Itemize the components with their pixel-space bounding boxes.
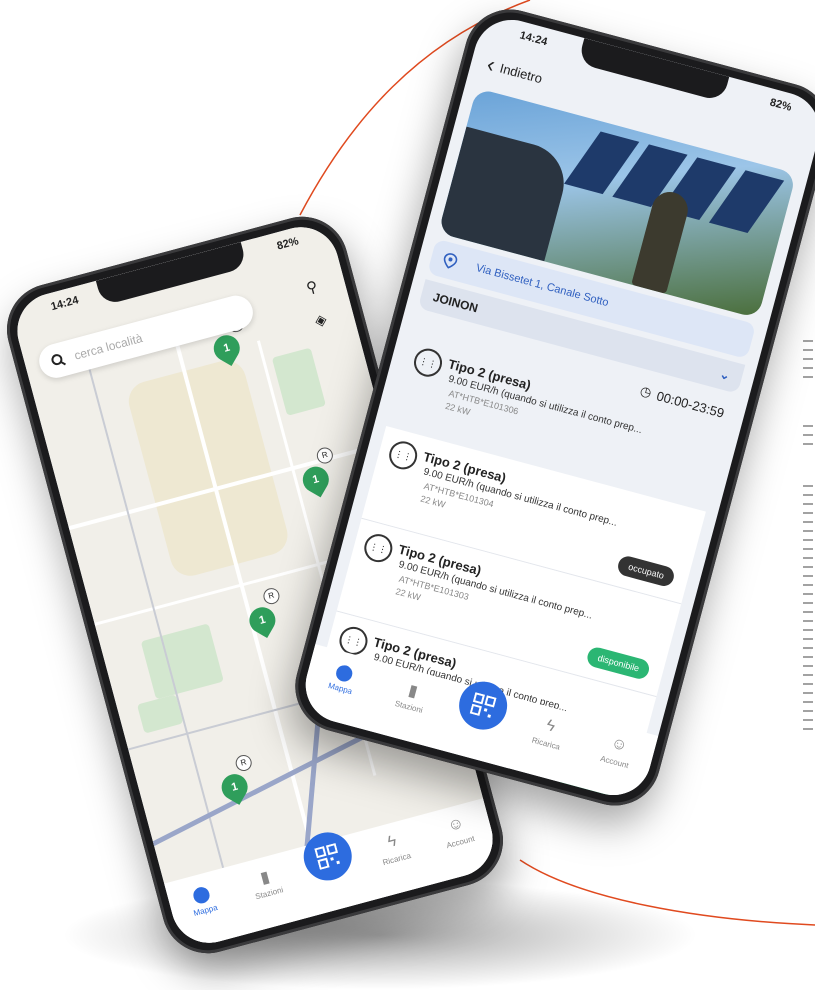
- tab-qr[interactable]: [452, 676, 513, 735]
- station-pin[interactable]: 1: [216, 769, 253, 805]
- smiley-icon: ☺: [609, 734, 630, 755]
- tab-stazioni[interactable]: ▮ Stazioni: [238, 861, 294, 904]
- type2-plug-icon: ⋮⋮: [410, 345, 446, 380]
- type2-plug-icon: ⋮⋮: [361, 530, 396, 566]
- lightning-icon: ϟ: [544, 716, 557, 736]
- qr-code-icon: [469, 692, 497, 718]
- fuel-pump-icon: ▮: [406, 682, 420, 701]
- status-battery: 82%: [768, 96, 793, 114]
- lightning-icon: ϟ: [385, 832, 399, 852]
- map-park: [140, 623, 224, 700]
- search-icon: [51, 354, 66, 366]
- chevron-down-icon: ⌄: [718, 366, 732, 383]
- smiley-icon: ☺: [445, 814, 466, 836]
- map-pin-icon: ⬤: [333, 662, 356, 684]
- qr-code-icon: [314, 842, 340, 870]
- side-text-fragment: [803, 425, 813, 447]
- pin-badge: R: [261, 586, 282, 606]
- status-time: 14:24: [518, 29, 549, 49]
- side-text-fragment: [803, 340, 813, 380]
- tab-ricarica[interactable]: ϟ Ricarica: [366, 827, 422, 870]
- tab-mappa[interactable]: ⬤ Mappa: [175, 878, 231, 921]
- map-park: [271, 347, 326, 416]
- tab-ricarica[interactable]: ϟ Ricarica: [521, 712, 577, 755]
- fuel-pump-icon: ▮: [258, 868, 272, 888]
- back-label: Indietro: [498, 60, 545, 86]
- tab-qr[interactable]: [298, 827, 358, 886]
- chevron-left-icon: ‹: [484, 51, 498, 78]
- tab-account[interactable]: ☺ Account: [430, 810, 486, 853]
- side-text-fragment: [803, 485, 813, 735]
- operator-name: JOINON: [431, 290, 480, 316]
- tab-account[interactable]: ☺ Account: [589, 730, 645, 773]
- map-pin-icon: ⬤: [190, 884, 213, 906]
- pin-badge: R: [233, 753, 254, 773]
- location-pin-icon: [443, 253, 458, 269]
- car-silhouette: [437, 126, 573, 262]
- tab-stazioni[interactable]: ▮ Stazioni: [383, 675, 439, 718]
- tab-mappa[interactable]: ⬤ Mappa: [315, 656, 371, 699]
- type2-plug-icon: ⋮⋮: [386, 438, 421, 473]
